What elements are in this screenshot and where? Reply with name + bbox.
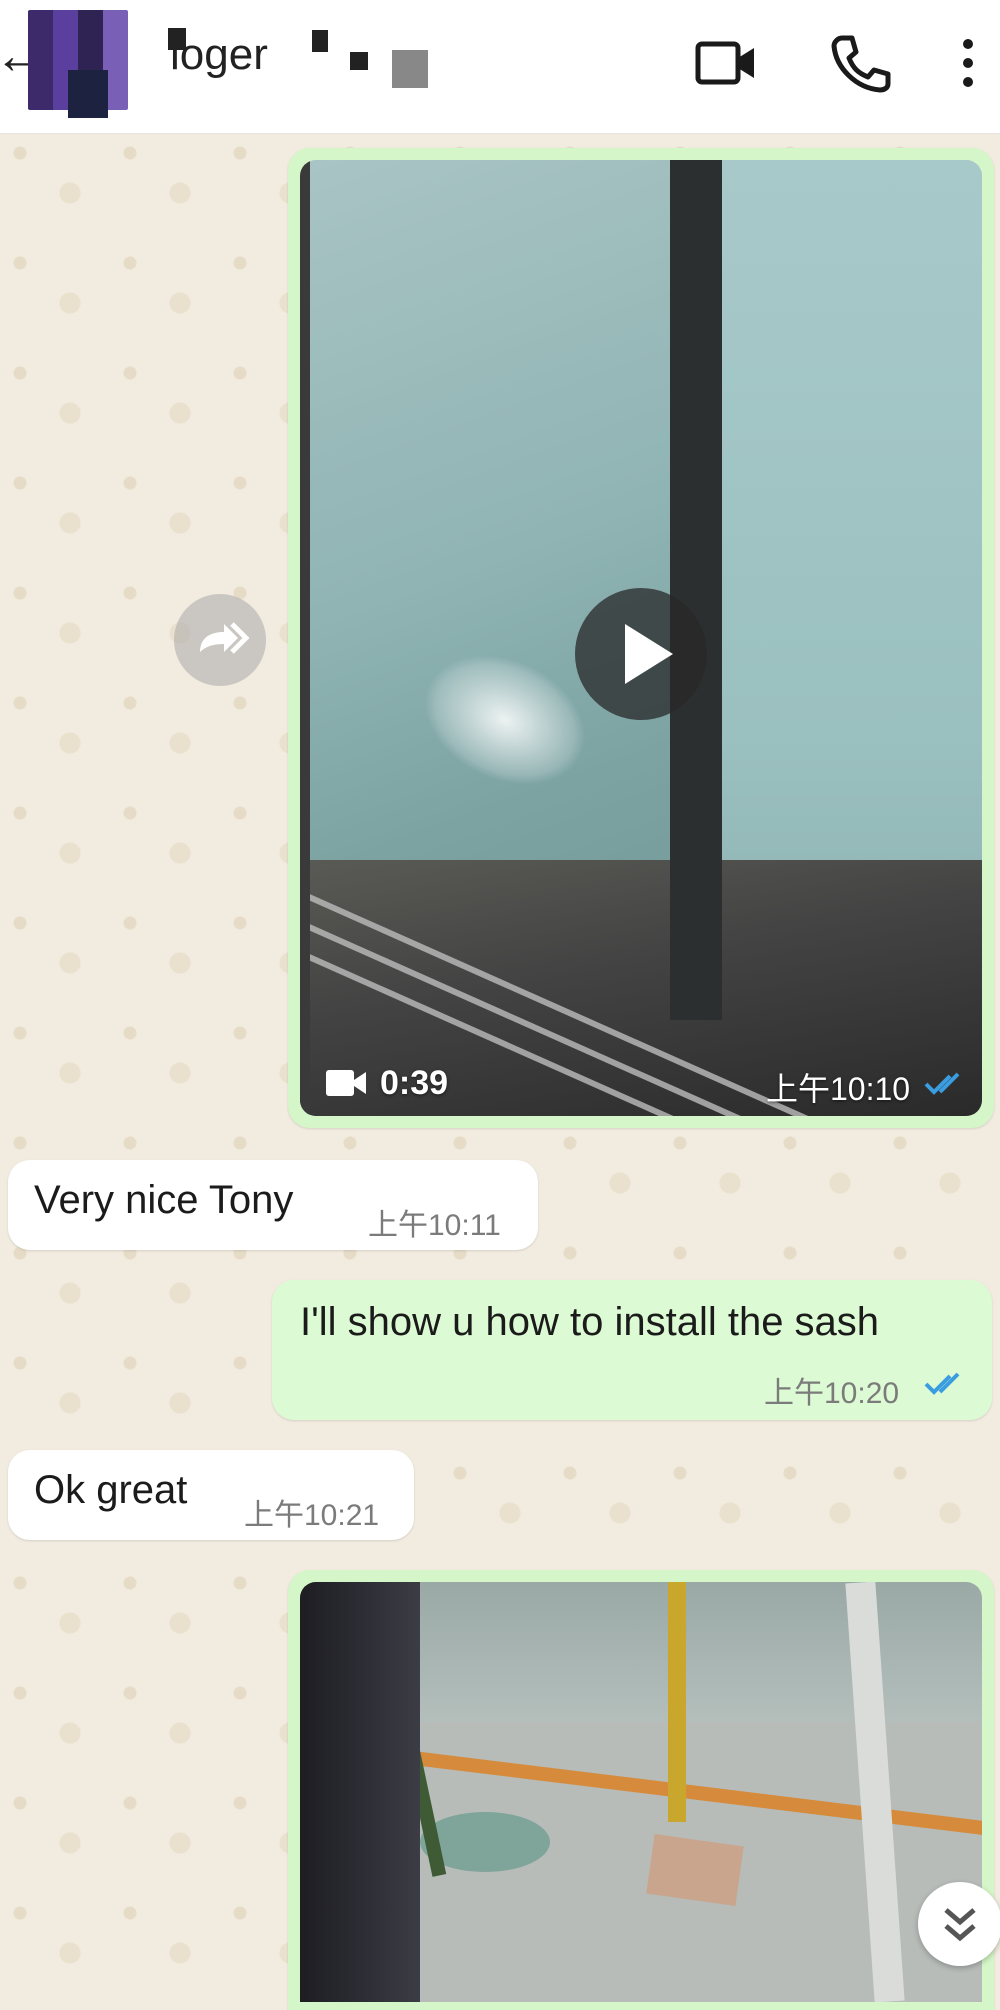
message-text: Ok great — [34, 1468, 188, 1512]
incoming-message[interactable]: Ok great 上午10:21 — [8, 1450, 414, 1540]
message-text: I'll show u how to install the sash — [300, 1300, 880, 1344]
brick — [646, 1834, 744, 1906]
forward-icon[interactable] — [174, 594, 266, 686]
play-icon[interactable] — [575, 588, 707, 720]
message-time: 上午10:20 — [764, 1377, 900, 1410]
redacted-name-part — [392, 50, 428, 88]
video-camera-icon[interactable] — [690, 28, 760, 98]
redacted-name-part — [312, 30, 328, 52]
yellow-pole — [668, 1582, 686, 1822]
chevrons-down-icon[interactable] — [918, 1882, 1000, 1966]
dark-object — [300, 1582, 420, 2002]
frame-mullion — [670, 160, 722, 1020]
outgoing-video-message[interactable]: 0:39 上午10:10 — [288, 148, 994, 1128]
video-thumbnail[interactable] — [300, 1582, 982, 2002]
read-ticks-icon — [924, 1072, 960, 1095]
message-text: Very nice Tony — [34, 1178, 294, 1222]
outgoing-message[interactable]: I'll show u how to install the sash 上午10… — [272, 1280, 992, 1420]
redacted-name-part — [168, 28, 186, 50]
message-time: 上午10:21 — [244, 1499, 380, 1532]
phone-icon[interactable] — [826, 28, 896, 98]
message-time: 上午10:10 — [766, 1071, 911, 1107]
more-vertical-icon[interactable] — [948, 28, 988, 98]
frame — [300, 160, 310, 1116]
avatar[interactable] — [28, 10, 128, 118]
video-duration: 0:39 — [380, 1064, 449, 1102]
message-time: 上午10:11 — [368, 1209, 501, 1242]
incoming-message[interactable]: Very nice Tony 上午10:11 — [8, 1160, 538, 1250]
video-thumbnail[interactable]: 0:39 上午10:10 — [300, 160, 982, 1116]
redacted-name-part — [350, 52, 368, 70]
read-ticks-icon — [924, 1372, 960, 1395]
chat-header: ← loger — [0, 0, 1000, 134]
video-camera-icon — [326, 1070, 366, 1096]
outgoing-video-message[interactable] — [288, 1570, 994, 2010]
